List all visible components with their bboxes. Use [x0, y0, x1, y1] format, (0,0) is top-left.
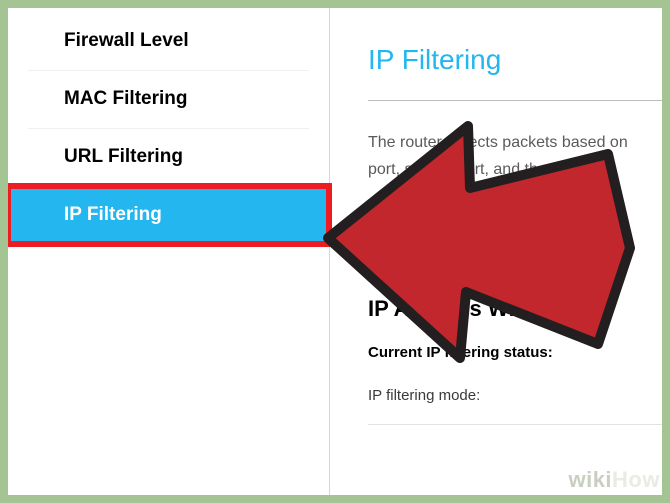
desc-line: The router detects packets based on: [368, 134, 628, 151]
outer-frame: Firewall Level MAC Filtering URL Filteri…: [0, 0, 670, 503]
status-label: Current IP filtering status:: [368, 344, 662, 361]
divider: [368, 100, 662, 101]
sidebar-item-firewall-level[interactable]: Firewall Level: [8, 12, 329, 70]
app-panel: Firewall Level MAC Filtering URL Filteri…: [8, 8, 662, 495]
desc-line: take p: [368, 216, 412, 233]
sidebar-item-label: MAC Filtering: [64, 88, 188, 110]
sidebar: Firewall Level MAC Filtering URL Filteri…: [8, 8, 330, 495]
sidebar-item-url-filtering[interactable]: URL Filtering: [8, 128, 329, 186]
sidebar-item-label: IP Filtering: [64, 204, 162, 226]
sidebar-item-label: Firewall Level: [64, 30, 189, 52]
page-title: IP Filtering: [368, 44, 662, 76]
mode-label: IP filtering mode:: [368, 387, 662, 404]
desc-line: port, source port, and then dete: [368, 161, 591, 178]
sidebar-item-label: URL Filtering: [64, 146, 183, 168]
section-heading: IP Address Whitelist: [368, 296, 662, 322]
main-content: IP Filtering The router detects packets …: [330, 8, 662, 495]
sidebar-item-ip-filtering[interactable]: IP Filtering: [8, 186, 329, 244]
divider: [368, 424, 662, 425]
sidebar-item-mac-filtering[interactable]: MAC Filtering: [8, 70, 329, 128]
page-description: The router detects packets based on port…: [368, 129, 662, 238]
